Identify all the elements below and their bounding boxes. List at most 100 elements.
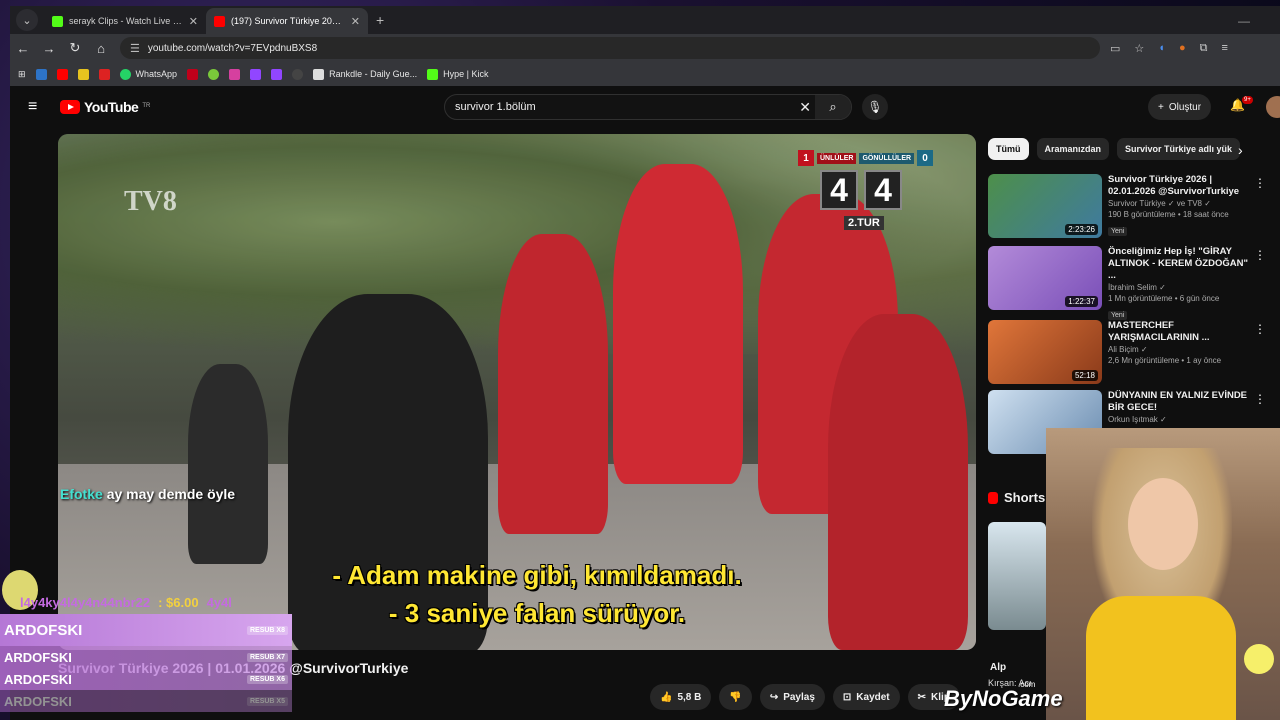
like-icon: 👍 [660,691,673,703]
bookmark-whatsapp[interactable]: WhatsApp [119,68,177,80]
avatar[interactable] [1266,96,1280,118]
webcam-shirt [1086,596,1236,720]
right-team-rank: 0 [917,150,934,166]
recommendation-chips: Tümü Aramanızdan Survivor Türkiye adlı y… [988,138,1241,160]
extension-icon[interactable]: ● [1179,42,1186,54]
puzzle-icon[interactable]: ⧉ [1200,42,1208,55]
bookmark-icon[interactable] [35,68,47,80]
bookmark-rankdle[interactable]: Rankdle - Daily Gue... [313,68,417,80]
youtube-play-icon [60,100,80,114]
short-title: Alp [990,662,1007,673]
close-tab-icon[interactable]: ✕ [351,15,360,28]
video-player[interactable]: TV8 1 ÜNLÜLER GÖNÜLLÜLER 0 4 4 2.TUR - A… [58,134,976,650]
bookmark-icon[interactable] [250,68,262,80]
contestant-figure [188,364,268,564]
clear-search-icon[interactable]: ✕ [799,99,811,116]
more-options-icon[interactable]: ⋮ [1254,248,1266,262]
browser-tab-kick[interactable]: serayk Clips - Watch Live on Kick ✕ [44,8,206,34]
site-info-icon[interactable]: ☰ [130,42,140,55]
bookmark-hype-kick[interactable]: Hype | Kick [427,68,488,80]
chip-from-search[interactable]: Aramanızdan [1036,138,1110,160]
resub-item: ARDOFSKI RESUB X5 [0,690,292,712]
video-thumbnail: 52:18 [988,320,1102,384]
contestant-figure [498,234,608,534]
video-actions: 👍 5,8 B 👎 ↪ Paylaş ⊡ Kaydet ✂ Klip [650,684,960,710]
create-button[interactable]: + Oluştur [1148,94,1212,120]
resub-item: ARDOFSKI RESUB X7 [0,646,292,668]
share-button[interactable]: ↪ Paylaş [759,684,825,710]
watermark-logo: ByNoGame [944,686,1063,711]
reading-list-icon[interactable]: ≡ [1221,42,1227,54]
more-options-icon[interactable]: ⋮ [1254,176,1266,190]
chevron-right-icon[interactable]: › [1238,142,1243,158]
extensions-area: ▭ ☆ ◖ ● ⧉ ≡ [1110,42,1228,55]
round-label: 2.TUR [844,216,884,230]
bookmark-icon[interactable] [208,68,220,80]
subtitle-line-1: - Adam makine gibi, kımıldamadı. [332,560,742,590]
bookmark-icon[interactable] [98,68,110,80]
chip-channel[interactable]: Survivor Türkiye adlı yük [1117,138,1241,160]
chick-sticker-icon [1244,644,1274,674]
more-options-icon[interactable]: ⋮ [1254,392,1266,406]
stream-chat-message: Efotke ay may demde öyle [60,486,236,502]
search-input[interactable]: survivor 1.bölüm ✕ ⌕ [444,94,852,120]
reload-icon[interactable]: ↻ [62,40,88,56]
search-query-text: survivor 1.bölüm [455,101,536,113]
watermark-suffix: .com [1018,680,1036,689]
shorts-heading: Shorts [988,490,1045,505]
webcam-face [1128,478,1198,570]
chip-all[interactable]: Tümü [988,138,1029,160]
cast-icon[interactable]: ▭ [1110,42,1120,55]
microphone-icon[interactable]: 🎙 [862,94,888,120]
address-bar[interactable]: ☰ youtube.com/watch?v=7EVpdnuBXS8 [120,37,1100,59]
donation-alert: l4y4ky4l4y4n44nbr22 : $6.00 4y4l [20,594,232,610]
twitch-icon[interactable] [271,68,283,80]
streamer-webcam [1046,428,1280,720]
recommendation-item[interactable]: 52:18 MASTERCHEF YARIŞMACILARININ ... Al… [988,320,1278,386]
youtube-header: ≡ YouTube TR survivor 1.bölüm ✕ ⌕ 🎙 + Olu… [10,86,1280,128]
browser-tab-youtube[interactable]: (197) Survivor Türkiye 2026 | 01.0 ✕ [206,8,368,34]
save-button[interactable]: ⊡ Kaydet [832,684,900,710]
clip-icon: ✂ [917,691,927,703]
left-team-rank: 1 [798,150,814,166]
close-tab-icon[interactable]: ✕ [189,15,198,28]
dislike-button[interactable]: 👎 [719,684,752,710]
new-tab-icon[interactable]: + [376,12,384,28]
contestant-figure [613,164,743,484]
bookmark-icon[interactable] [187,68,199,80]
whatsapp-icon [119,68,131,80]
recommendation-item[interactable]: 2:23:26 Survivor Türkiye 2026 | 02.01.20… [988,174,1278,240]
resub-list: ARDOFSKI RESUB X8 ARDOFSKI RESUB X7 ARDO… [0,614,292,712]
browser-tab-bar: ⌄ serayk Clips - Watch Live on Kick ✕ (1… [10,6,1280,34]
home-icon[interactable]: ⌂ [88,41,114,56]
more-options-icon[interactable]: ⋮ [1254,322,1266,336]
short-thumbnail[interactable] [988,522,1046,630]
recommendation-item[interactable]: 1:22:37 Önceliğimiz Hep İş! "GİRAY ALTIN… [988,246,1278,320]
search-icon[interactable]: ⌕ [815,95,851,119]
right-team-score: 4 [864,170,902,210]
bookmark-icon[interactable] [77,68,89,80]
youtube-logo[interactable]: YouTube TR [60,99,150,115]
bookmarks-bar: ⊞ WhatsApp Rankdle - Daily Gue... Hype |… [10,62,1280,86]
forward-arrow-icon[interactable]: → [36,41,62,56]
left-team-name: ÜNLÜLER [817,152,857,164]
scoreboard: 1 ÜNLÜLER GÖNÜLLÜLER 0 4 4 2.TUR [798,150,948,246]
video-thumbnail: 1:22:37 [988,246,1102,310]
rankdle-icon [313,68,325,80]
notification-badge: 9+ [1242,96,1253,104]
tab-search-icon[interactable]: ⌄ [16,9,38,31]
save-icon: ⊡ [842,691,852,703]
youtube-bookmark-icon[interactable] [56,68,68,80]
kick-favicon-icon [52,15,63,27]
back-arrow-icon[interactable]: ← [10,41,36,56]
tv8-logo: TV8 [124,186,177,217]
menu-icon[interactable]: ≡ [28,98,42,116]
bookmark-star-icon[interactable]: ☆ [1134,42,1144,55]
apps-grid-icon[interactable]: ⊞ [18,69,26,80]
instagram-icon[interactable] [229,68,241,80]
share-icon: ↪ [769,691,779,703]
extension-icon[interactable]: ◖ [1158,42,1165,54]
minimize-window-icon[interactable]: — [1238,14,1250,28]
bookmark-icon[interactable] [292,68,304,80]
like-button[interactable]: 👍 5,8 B [650,684,712,710]
